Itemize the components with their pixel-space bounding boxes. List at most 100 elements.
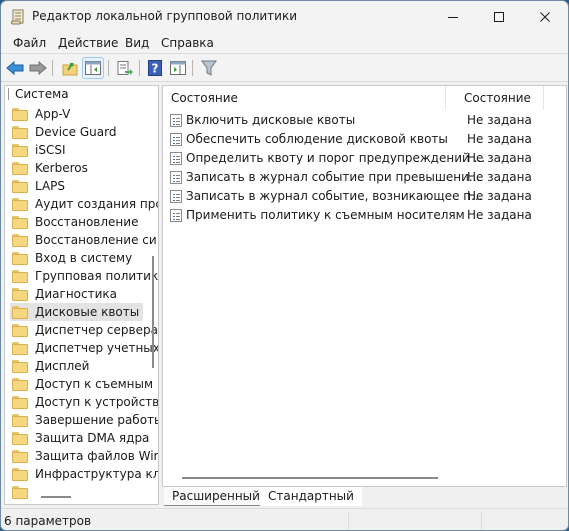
menu-action[interactable]: Действие: [58, 36, 118, 50]
forward-button[interactable]: [27, 57, 49, 79]
tree-item-label: Вход в систему: [35, 251, 133, 265]
export-list-button[interactable]: [114, 57, 136, 79]
tree-item-label: Завершение работь: [35, 413, 159, 427]
show-hide-tree-icon: [85, 61, 101, 75]
tab-standard[interactable]: Стандартный: [260, 487, 362, 506]
maximize-button[interactable]: [476, 1, 522, 32]
folder-icon: [12, 107, 28, 121]
tree-item[interactable]: Защита DMA ядра: [10, 429, 153, 447]
show-hide-tree-button[interactable]: [82, 57, 104, 79]
tree-item[interactable]: Защита файлов Wir: [10, 447, 159, 465]
back-arrow-icon: [6, 61, 24, 75]
folder-icon: [12, 179, 28, 193]
policy-name: Записать в журнал событие при превышени.…: [186, 170, 481, 184]
policy-row[interactable]: Записать в журнал событие при превышени.…: [163, 168, 566, 187]
tab-extended[interactable]: Расширенный: [164, 487, 268, 506]
tree-item-partial[interactable]: [10, 483, 39, 501]
policy-setting-icon: [170, 152, 182, 165]
minimize-icon: [448, 16, 458, 18]
policy-setting-icon: [170, 190, 182, 203]
tree-item-label: Инфраструктура кл: [35, 467, 159, 481]
tree-item[interactable]: Аудит создания прс: [10, 195, 158, 213]
show-hide-action-pane-button[interactable]: [167, 57, 189, 79]
list-horizontal-scrollbar[interactable]: [182, 477, 438, 479]
close-button[interactable]: [522, 1, 568, 32]
menu-help[interactable]: Справка: [161, 36, 214, 50]
policy-row[interactable]: Определить квоту и порог предупреждений …: [163, 149, 566, 168]
policy-row[interactable]: Обеспечить соблюдение дисковой квоты Не з…: [163, 130, 566, 149]
tree-item[interactable]: Групповая политик: [10, 267, 158, 285]
folder-icon: [12, 449, 28, 463]
policy-name: Включить дисковые квоты: [186, 113, 356, 127]
policy-setting-icon: [170, 114, 182, 127]
folder-icon: [12, 233, 28, 247]
tree-item[interactable]: Восстановление си: [10, 231, 158, 249]
tree-root-system[interactable]: Система: [15, 87, 69, 101]
tree-item[interactable]: Инфраструктура кл: [10, 465, 159, 483]
tree-item[interactable]: Доступ к съемным: [10, 375, 157, 393]
title-bar: Редактор локальной групповой политики: [1, 1, 568, 32]
policy-state: Не задана: [467, 189, 532, 203]
forward-arrow-icon: [29, 61, 47, 75]
tree-item[interactable]: App-V: [10, 105, 74, 123]
back-button[interactable]: [4, 57, 26, 79]
tree-item[interactable]: Диспетчер сервера: [10, 321, 158, 339]
tree-vertical-scrollbar[interactable]: [152, 256, 154, 368]
tree-item[interactable]: Device Guard: [10, 123, 120, 141]
folder-icon: [12, 359, 28, 373]
policy-row[interactable]: Включить дисковые квоты Не задана: [163, 111, 566, 130]
up-level-button[interactable]: [59, 57, 81, 79]
folder-icon: [12, 377, 28, 391]
minimize-button[interactable]: [430, 1, 476, 32]
menu-bar: Файл Действие Вид Справка: [1, 32, 568, 54]
view-tabs: Расширенный Стандартный: [162, 487, 567, 507]
tree-item[interactable]: Kerberos: [10, 159, 92, 177]
toolbar-separator: [192, 60, 193, 76]
gpedit-window: Редактор локальной групповой политики Фа…: [0, 0, 569, 531]
tree-item-label: Восстановление: [35, 215, 139, 229]
policy-name: Определить квоту и порог предупреждений …: [186, 151, 486, 165]
export-list-icon: [117, 60, 133, 75]
scroll-icon: [11, 9, 24, 25]
tree-pane[interactable]: Система App-V Device Guard iSCSI Kerberos LA…: [4, 85, 159, 505]
tree-item[interactable]: Дисплей: [10, 357, 93, 375]
tree-item[interactable]: Вход в систему: [10, 249, 136, 267]
tree-item[interactable]: Дисковые квоты: [10, 303, 144, 321]
tree-item[interactable]: Доступ к устройств: [10, 393, 159, 411]
column-header-setting[interactable]: Состояние: [171, 86, 441, 110]
folder-icon: [12, 251, 28, 265]
tree-item-label: Доступ к устройств: [35, 395, 159, 409]
policy-row[interactable]: Записать в журнал событие, возникающее п…: [163, 187, 566, 206]
toolbar-separator: [108, 60, 109, 76]
column-header-state[interactable]: Состояние: [464, 86, 544, 110]
policy-name: Обеспечить соблюдение дисковой квоты: [186, 132, 448, 146]
folder-icon: [12, 143, 28, 157]
menu-file[interactable]: Файл: [13, 36, 46, 50]
menu-view[interactable]: Вид: [125, 36, 149, 50]
tree-item-label: Device Guard: [35, 125, 117, 139]
folder-icon: [12, 431, 28, 445]
folder-icon: [12, 305, 28, 319]
tree-item[interactable]: iSCSI: [10, 141, 70, 159]
folder-icon: [12, 341, 28, 355]
tree-item[interactable]: Диагностика: [10, 285, 121, 303]
tree-item[interactable]: Восстановление: [10, 213, 142, 231]
status-bar: 6 параметров: [1, 508, 568, 530]
tree-item[interactable]: Диспетчер учетных: [10, 339, 158, 357]
tree-horizontal-scrollbar[interactable]: [41, 496, 71, 498]
policy-row[interactable]: Применить политику к съемным носителям Не…: [163, 206, 566, 225]
toolbar-separator: [139, 60, 140, 76]
help-button[interactable]: ?: [144, 57, 166, 79]
tree-item-label: Защита файлов Wir: [35, 449, 159, 463]
tree-item[interactable]: Завершение работь: [10, 411, 159, 429]
tab-label: Расширенный: [172, 489, 260, 503]
policy-name: Записать в журнал событие, возникающее п…: [186, 189, 483, 203]
tree-item-label: Диагностика: [35, 287, 118, 301]
column-divider[interactable]: [543, 86, 544, 110]
filter-button[interactable]: [198, 57, 220, 79]
column-divider[interactable]: [445, 86, 446, 110]
filter-icon: [201, 60, 217, 76]
policy-setting-icon: [170, 171, 182, 184]
folder-icon: [12, 197, 28, 211]
tree-item[interactable]: LAPS: [10, 177, 69, 195]
